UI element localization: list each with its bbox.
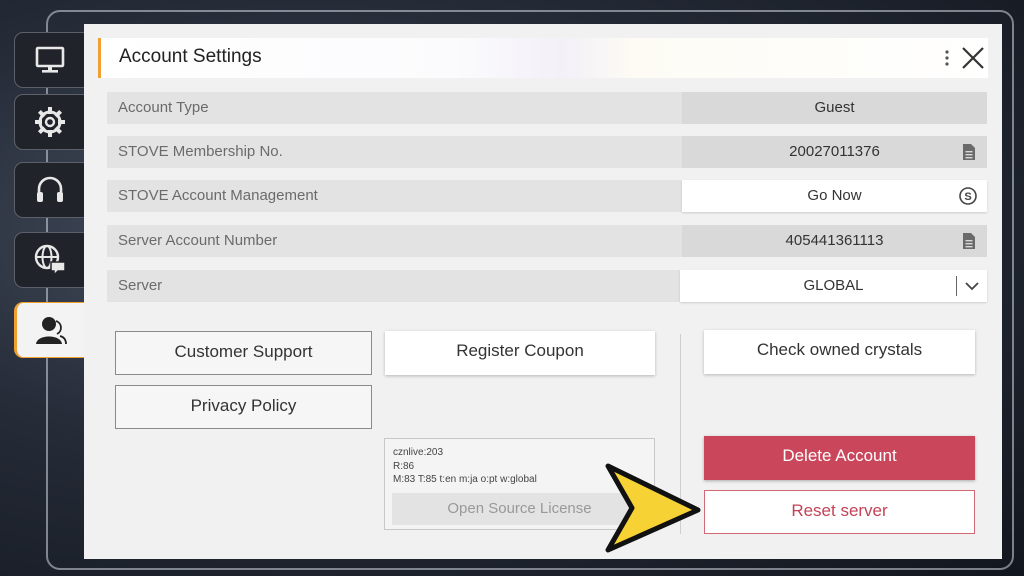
close-icon[interactable] [959,44,987,72]
tab-settings[interactable] [14,94,84,150]
stove-logo-icon: S [959,187,977,205]
globe-chat-icon [34,244,66,277]
tab-account[interactable] [14,302,84,358]
server-select[interactable]: GLOBAL [680,270,987,302]
tab-language[interactable] [14,232,84,288]
register-coupon-button[interactable]: Register Coupon [385,331,655,375]
copy-icon[interactable] [959,143,977,161]
svg-text:S: S [964,191,971,203]
tab-support[interactable] [14,162,84,218]
membership-no-label: STOVE Membership No. [118,143,283,160]
account-management-label: STOVE Account Management [118,187,318,204]
server-account-value: 405441361113 [682,225,987,257]
gear-icon [34,107,65,137]
customer-support-button[interactable]: Customer Support [115,331,372,375]
headphones-icon [36,176,63,202]
row-server-account: Server Account Number 405441361113 [107,225,987,257]
reset-server-button[interactable]: Reset server [704,490,975,534]
select-divider [956,276,957,296]
check-crystals-button[interactable]: Check owned crystals [704,330,975,374]
copy-icon[interactable] [959,232,977,250]
more-options-icon[interactable] [944,49,950,67]
tab-display[interactable] [14,32,84,88]
row-account-management: STOVE Account Management Go Now S [107,180,987,212]
account-type-value: Guest [682,92,987,124]
page-title: Account Settings [119,46,262,67]
row-membership-no: STOVE Membership No. 20027011376 [107,136,987,168]
user-account-icon [35,317,67,345]
account-settings-panel: Account Settings Account Type Guest STOV… [84,24,1002,559]
monitor-icon [35,46,64,73]
go-now-button[interactable]: Go Now S [682,180,987,212]
privacy-policy-button[interactable]: Privacy Policy [115,385,372,429]
panel-header: Account Settings [98,38,988,78]
version-line-3: M:83 T:85 t:en m:ja o:pt w:global [393,474,537,485]
version-line-2: R:86 [393,461,415,472]
account-type-label: Account Type [118,99,209,116]
membership-no-value: 20027011376 [682,136,987,168]
row-server: Server GLOBAL [107,270,987,302]
chevron-down-icon [965,282,979,291]
version-line-1: cznlive:203 [393,447,444,458]
pointer-arrow-icon [605,463,701,553]
server-label: Server [118,277,163,294]
server-account-label: Server Account Number [118,232,278,249]
row-account-type: Account Type Guest [107,92,987,124]
delete-account-button[interactable]: Delete Account [704,436,975,480]
